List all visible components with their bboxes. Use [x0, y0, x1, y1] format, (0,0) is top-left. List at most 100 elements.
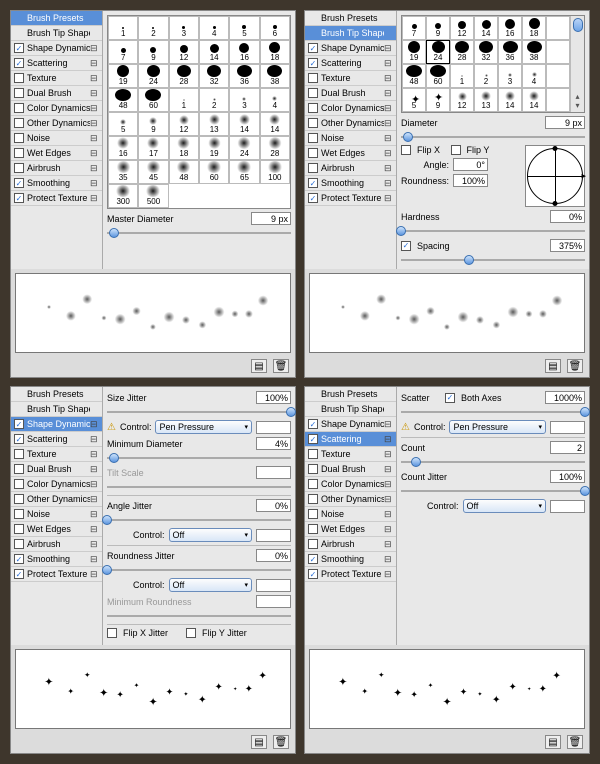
sidebar-item-brush-tip-shape[interactable]: Brush Tip Shape [305, 26, 396, 41]
brush-cell[interactable]: 5 [229, 16, 259, 40]
brush-cell[interactable]: 19 [402, 40, 426, 64]
angle-jitter-input[interactable] [256, 499, 291, 512]
sidebar-item-color-dynamics[interactable]: Color Dynamics⊟ [11, 101, 102, 116]
spacing-checkbox[interactable]: ✓ [401, 241, 411, 251]
sidebar-item-brush-presets[interactable]: Brush Presets [11, 387, 102, 402]
count-jitter-slider[interactable] [401, 486, 585, 496]
option-checkbox[interactable] [308, 148, 318, 158]
sidebar-item-airbrush[interactable]: Airbrush⊟ [11, 161, 102, 176]
trash-icon[interactable]: 🗑 [567, 359, 583, 373]
brush-cell[interactable]: 48 [169, 160, 199, 184]
brush-cell[interactable]: 24 [229, 136, 259, 160]
brush-cell[interactable]: 7 [402, 16, 426, 40]
roundness-jitter-input[interactable] [256, 549, 291, 562]
option-checkbox[interactable] [308, 163, 318, 173]
sidebar-item-shape-dynamics[interactable]: ✓Shape Dynamics⊟ [305, 417, 396, 432]
brush-cell[interactable]: 45 [138, 160, 168, 184]
sidebar-item-brush-presets[interactable]: Brush Presets [305, 11, 396, 26]
brush-cell[interactable]: 38 [260, 64, 290, 88]
sidebar-item-texture[interactable]: Texture⊟ [305, 71, 396, 86]
size-jitter-slider[interactable] [107, 407, 291, 417]
brush-cell[interactable]: 24 [138, 64, 168, 88]
brush-cell[interactable]: 48 [402, 64, 426, 88]
option-checkbox[interactable] [14, 494, 24, 504]
brush-cell[interactable]: 32 [474, 40, 498, 64]
brush-cell[interactable]: 60 [138, 88, 168, 112]
sidebar-item-dual-brush[interactable]: Dual Brush⊟ [305, 462, 396, 477]
option-checkbox[interactable]: ✓ [14, 193, 24, 203]
brush-cell[interactable] [546, 40, 570, 64]
trash-icon[interactable]: 🗑 [567, 735, 583, 749]
sidebar-item-protect-texture[interactable]: ✓Protect Texture⊟ [11, 191, 102, 206]
option-checkbox[interactable]: ✓ [14, 178, 24, 188]
option-checkbox[interactable] [14, 449, 24, 459]
option-checkbox[interactable] [14, 163, 24, 173]
brush-cell[interactable]: 300 [108, 184, 138, 208]
option-checkbox[interactable]: ✓ [14, 434, 24, 444]
option-checkbox[interactable] [14, 509, 24, 519]
brush-cell[interactable]: 4 [199, 16, 229, 40]
sidebar-item-other-dynamics[interactable]: Other Dynamics⊟ [305, 492, 396, 507]
brush-cell[interactable]: 18 [522, 16, 546, 40]
brush-cell[interactable]: 14 [260, 112, 290, 136]
option-checkbox[interactable] [14, 464, 24, 474]
option-checkbox[interactable]: ✓ [14, 569, 24, 579]
sidebar-item-dual-brush[interactable]: Dual Brush⊟ [11, 462, 102, 477]
min-diameter-slider[interactable] [107, 453, 291, 463]
option-checkbox[interactable] [308, 539, 318, 549]
brush-cell[interactable]: 35 [108, 160, 138, 184]
both-axes-checkbox[interactable]: ✓ [445, 393, 455, 403]
count-slider[interactable] [401, 457, 585, 467]
brush-cell[interactable]: 12 [169, 112, 199, 136]
brush-cell[interactable]: 65 [229, 160, 259, 184]
option-checkbox[interactable]: ✓ [308, 569, 318, 579]
scatter-input[interactable] [545, 391, 585, 404]
sidebar-item-other-dynamics[interactable]: Other Dynamics⊟ [305, 116, 396, 131]
angle-jitter-slider[interactable] [107, 515, 291, 525]
brush-cell[interactable]: 28 [450, 40, 474, 64]
brush-cell[interactable]: 48 [108, 88, 138, 112]
brush-cell[interactable]: 19 [199, 136, 229, 160]
diameter-slider[interactable] [401, 132, 585, 142]
brush-cell[interactable]: 36 [229, 64, 259, 88]
brush-cell[interactable]: 16 [498, 16, 522, 40]
flipx-checkbox[interactable] [401, 145, 411, 155]
new-preset-icon[interactable]: ▤ [545, 735, 561, 749]
roundness-jitter-slider[interactable] [107, 565, 291, 575]
brush-preset-grid[interactable]: 1234567912141618192428323638486012345912… [107, 15, 291, 209]
sidebar-item-scattering[interactable]: ✓Scattering⊟ [11, 432, 102, 447]
sidebar-item-noise[interactable]: Noise⊟ [11, 507, 102, 522]
brush-cell[interactable]: 2 [199, 88, 229, 112]
brush-cell[interactable]: 5 [108, 112, 138, 136]
option-checkbox[interactable] [14, 73, 24, 83]
angle-input[interactable] [453, 158, 488, 171]
brush-cell[interactable] [546, 88, 570, 112]
brush-cell[interactable]: 9 [138, 40, 168, 64]
brush-cell[interactable]: 12 [169, 40, 199, 64]
sidebar-item-color-dynamics[interactable]: Color Dynamics⊟ [305, 477, 396, 492]
option-checkbox[interactable]: ✓ [14, 554, 24, 564]
option-checkbox[interactable] [14, 148, 24, 158]
grid-scrollbar[interactable]: ▴▾ [570, 16, 584, 112]
sidebar-item-airbrush[interactable]: Airbrush⊟ [305, 161, 396, 176]
sidebar-item-scattering[interactable]: ✓Scattering⊟ [11, 56, 102, 71]
sidebar-item-scattering[interactable]: ✓Scattering⊟ [305, 56, 396, 71]
brush-cell[interactable]: 17 [138, 136, 168, 160]
option-checkbox[interactable] [308, 103, 318, 113]
flipx-jitter-checkbox[interactable] [107, 628, 117, 638]
flipy-jitter-checkbox[interactable] [186, 628, 196, 638]
brush-cell[interactable]: 13 [474, 88, 498, 112]
sidebar-item-protect-texture[interactable]: ✓Protect Texture⊟ [305, 191, 396, 206]
brush-cell[interactable]: 2 [138, 16, 168, 40]
brush-cell[interactable]: 1 [108, 16, 138, 40]
brush-cell[interactable]: 4 [260, 88, 290, 112]
sidebar-item-scattering[interactable]: ✓Scattering⊟ [305, 432, 396, 447]
sidebar-item-dual-brush[interactable]: Dual Brush⊟ [305, 86, 396, 101]
sidebar-item-noise[interactable]: Noise⊟ [11, 131, 102, 146]
sidebar-item-dual-brush[interactable]: Dual Brush⊟ [11, 86, 102, 101]
option-checkbox[interactable] [308, 118, 318, 128]
sidebar-item-brush-presets[interactable]: Brush Presets [305, 387, 396, 402]
brush-cell[interactable]: 3 [229, 88, 259, 112]
sidebar-item-color-dynamics[interactable]: Color Dynamics⊟ [305, 101, 396, 116]
brush-cell[interactable]: 28 [169, 64, 199, 88]
